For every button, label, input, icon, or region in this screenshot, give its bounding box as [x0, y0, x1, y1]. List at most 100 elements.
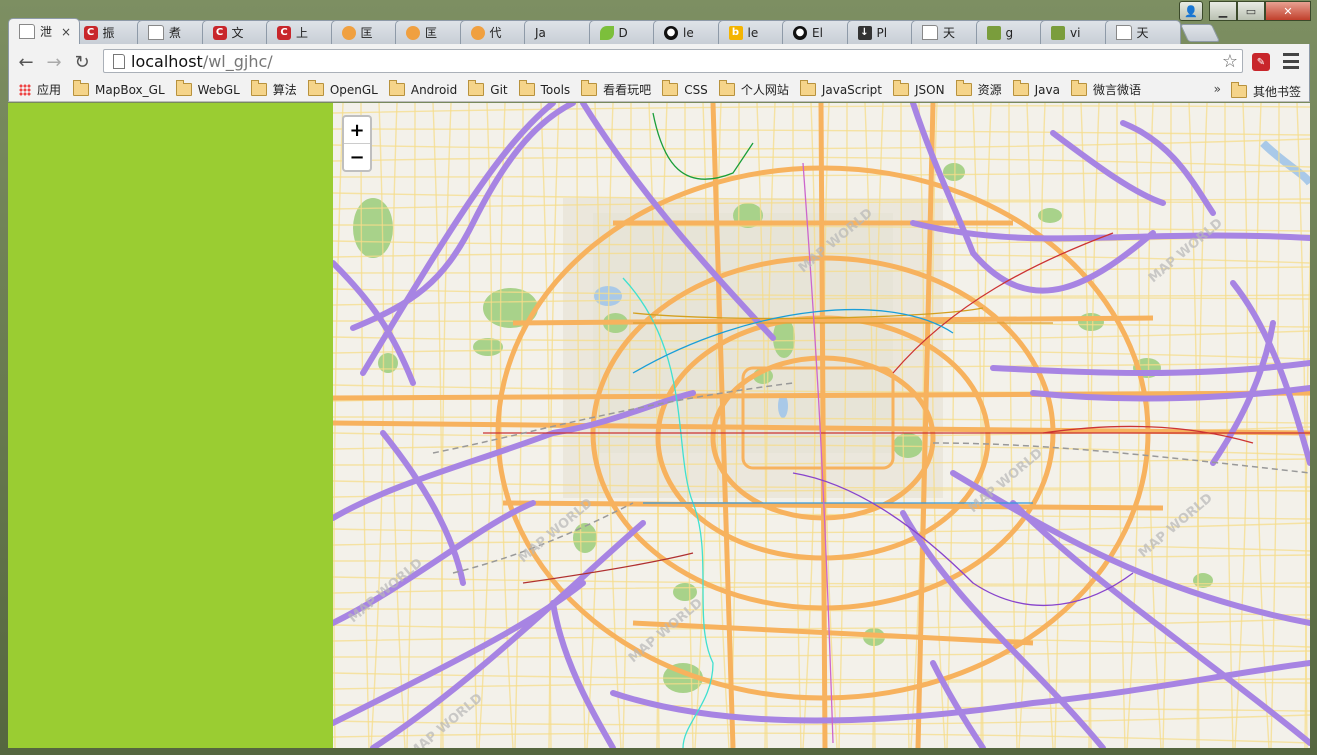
- bookmarks-overflow-chevron[interactable]: »: [1214, 82, 1221, 96]
- bookmark-folder[interactable]: 微言微语: [1070, 80, 1141, 98]
- bookmark-apps[interactable]: 应用: [19, 81, 61, 98]
- minor-road: [333, 585, 1310, 594]
- favicon-icon: [341, 25, 356, 40]
- folder-icon: [307, 80, 324, 96]
- river: [1260, 140, 1310, 186]
- tab-close-icon[interactable]: ×: [61, 25, 71, 39]
- tab-title: 匡: [425, 26, 438, 40]
- folder-icon: [175, 80, 192, 96]
- other-bookmarks[interactable]: 其他书签: [1230, 82, 1301, 100]
- window-bottom-border: [0, 748, 1317, 755]
- bookmark-folder[interactable]: WebGL: [175, 80, 240, 98]
- forward-button[interactable]: →: [43, 51, 65, 73]
- extension-icon[interactable]: ✎: [1252, 53, 1270, 71]
- favicon-icon: ↓: [857, 25, 872, 40]
- browser-window: 👤 ▁ ▭ ✕ 泄 × C 振煮 C 文 C 上匡匡代 Ja D ● le b le ● El ↓ Pl 天 g vi 天…: [0, 0, 1317, 755]
- favicon-icon: [406, 25, 420, 40]
- bookmark-folder-label: 算法: [272, 83, 297, 97]
- reload-icon: ↻: [74, 51, 90, 73]
- browser-toolbar: ← → ↻ localhost/wl_gjhc/ ☆ ✎: [8, 44, 1310, 78]
- bookmark-folder[interactable]: JSON: [892, 80, 945, 98]
- folder-icon: [1070, 80, 1087, 96]
- bookmark-apps-label: 应用: [37, 83, 62, 97]
- browser-tab[interactable]: 天: [1104, 20, 1181, 44]
- map-watermark: MAP WORLD: [1146, 216, 1226, 286]
- folder-icon: [662, 80, 679, 96]
- tab-title: 振: [102, 26, 115, 40]
- zoom-in-button[interactable]: +: [344, 117, 370, 144]
- url-host: localhost: [131, 51, 203, 71]
- bookmark-folder[interactable]: 算法: [250, 80, 297, 98]
- favicon-icon: b: [728, 25, 743, 40]
- bookmark-folder-label: MapBox_GL: [95, 82, 165, 97]
- park-area: [1078, 313, 1104, 331]
- new-tab-button[interactable]: [1179, 24, 1221, 42]
- park-area: [473, 338, 503, 356]
- bookmark-folder-label: Android: [410, 82, 458, 97]
- back-arrow-icon: ←: [18, 51, 34, 73]
- map-view[interactable]: MAP WORLD MAP WORLD MAP WORLD MAP WORLD MAP …: [333, 103, 1310, 748]
- folder-icon: [518, 80, 535, 96]
- expressway: [950, 470, 1310, 626]
- favicon-icon: [148, 25, 164, 40]
- tab-title: le: [747, 25, 759, 40]
- tab-title: 代: [489, 26, 502, 40]
- menu-icon[interactable]: [1283, 53, 1299, 69]
- bookmark-folder[interactable]: Git: [468, 80, 508, 98]
- minor-road: [333, 650, 1310, 658]
- zoom-control: + −: [342, 115, 372, 172]
- bookmark-folder-label: JSON: [914, 82, 945, 97]
- reload-button[interactable]: ↻: [71, 51, 93, 73]
- bookmark-folder[interactable]: Java: [1012, 80, 1060, 98]
- bookmark-folder[interactable]: CSS: [662, 80, 708, 98]
- bookmark-folder-label: CSS: [684, 82, 708, 97]
- bookmark-folder-label: 资源: [977, 83, 1002, 97]
- arterial-road: [502, 500, 1164, 511]
- bookmark-folder[interactable]: 个人网站: [718, 80, 789, 98]
- bookmark-folder-label: 微言微语: [1092, 83, 1141, 97]
- folder-icon: [799, 80, 816, 96]
- park-area: [378, 353, 398, 373]
- bookmark-folder-label: WebGL: [197, 82, 240, 97]
- bookmark-folder[interactable]: 看看玩吧: [581, 80, 651, 98]
- tab-title: Pl: [876, 25, 888, 40]
- favicon-icon: [470, 25, 485, 40]
- arterial-road: [632, 620, 1034, 646]
- folder-icon: [581, 80, 598, 96]
- map-tiles[interactable]: MAP WORLDMAP WORLDMAP WORLD MAP WORLDMAP …: [333, 103, 1310, 748]
- tab-title: g: [1005, 25, 1014, 40]
- folder-icon: [73, 80, 90, 96]
- close-window-button[interactable]: ✕: [1265, 1, 1311, 21]
- tab-title: 泄: [40, 25, 53, 39]
- other-bookmarks-label: 其他书签: [1252, 85, 1301, 99]
- address-bar[interactable]: localhost/wl_gjhc/ ☆: [103, 49, 1243, 73]
- bookmark-folder[interactable]: Android: [388, 80, 458, 98]
- page-content: MAP WORLD MAP WORLD MAP WORLD MAP WORLD MAP …: [8, 103, 1310, 748]
- favicon-icon: [19, 24, 35, 39]
- bookmark-folder-label: Git: [490, 82, 508, 97]
- favicon-icon: [922, 25, 938, 40]
- bookmark-folder[interactable]: OpenGL: [307, 80, 378, 98]
- metro-line: [652, 112, 754, 180]
- expressway: [333, 260, 416, 386]
- favicon-icon: [1115, 25, 1132, 40]
- folder-icon: [388, 80, 405, 96]
- bookmark-folder[interactable]: 资源: [955, 80, 1002, 98]
- favicon-icon: [1051, 25, 1065, 40]
- bookmark-folder[interactable]: JavaScript: [799, 80, 882, 98]
- browser-tab[interactable]: 泄 ×: [8, 18, 80, 44]
- favicon-icon: ●: [793, 25, 807, 40]
- tab-title: le: [683, 25, 694, 40]
- tab-title: 天: [1136, 26, 1149, 40]
- bookmark-folder[interactable]: Tools: [518, 80, 570, 98]
- bookmark-folder-label: Java: [1034, 82, 1060, 97]
- folder-icon: [1230, 82, 1247, 98]
- bookmark-folder[interactable]: MapBox_GL: [73, 80, 165, 98]
- zoom-out-button[interactable]: −: [344, 144, 370, 170]
- folder-icon: [250, 80, 267, 96]
- bookmark-star-icon[interactable]: ☆: [1222, 51, 1238, 72]
- back-button[interactable]: ←: [15, 51, 37, 73]
- folder-icon: [955, 80, 972, 96]
- bookmark-folder-label: OpenGL: [329, 82, 378, 97]
- tab-title: vi: [1070, 25, 1081, 40]
